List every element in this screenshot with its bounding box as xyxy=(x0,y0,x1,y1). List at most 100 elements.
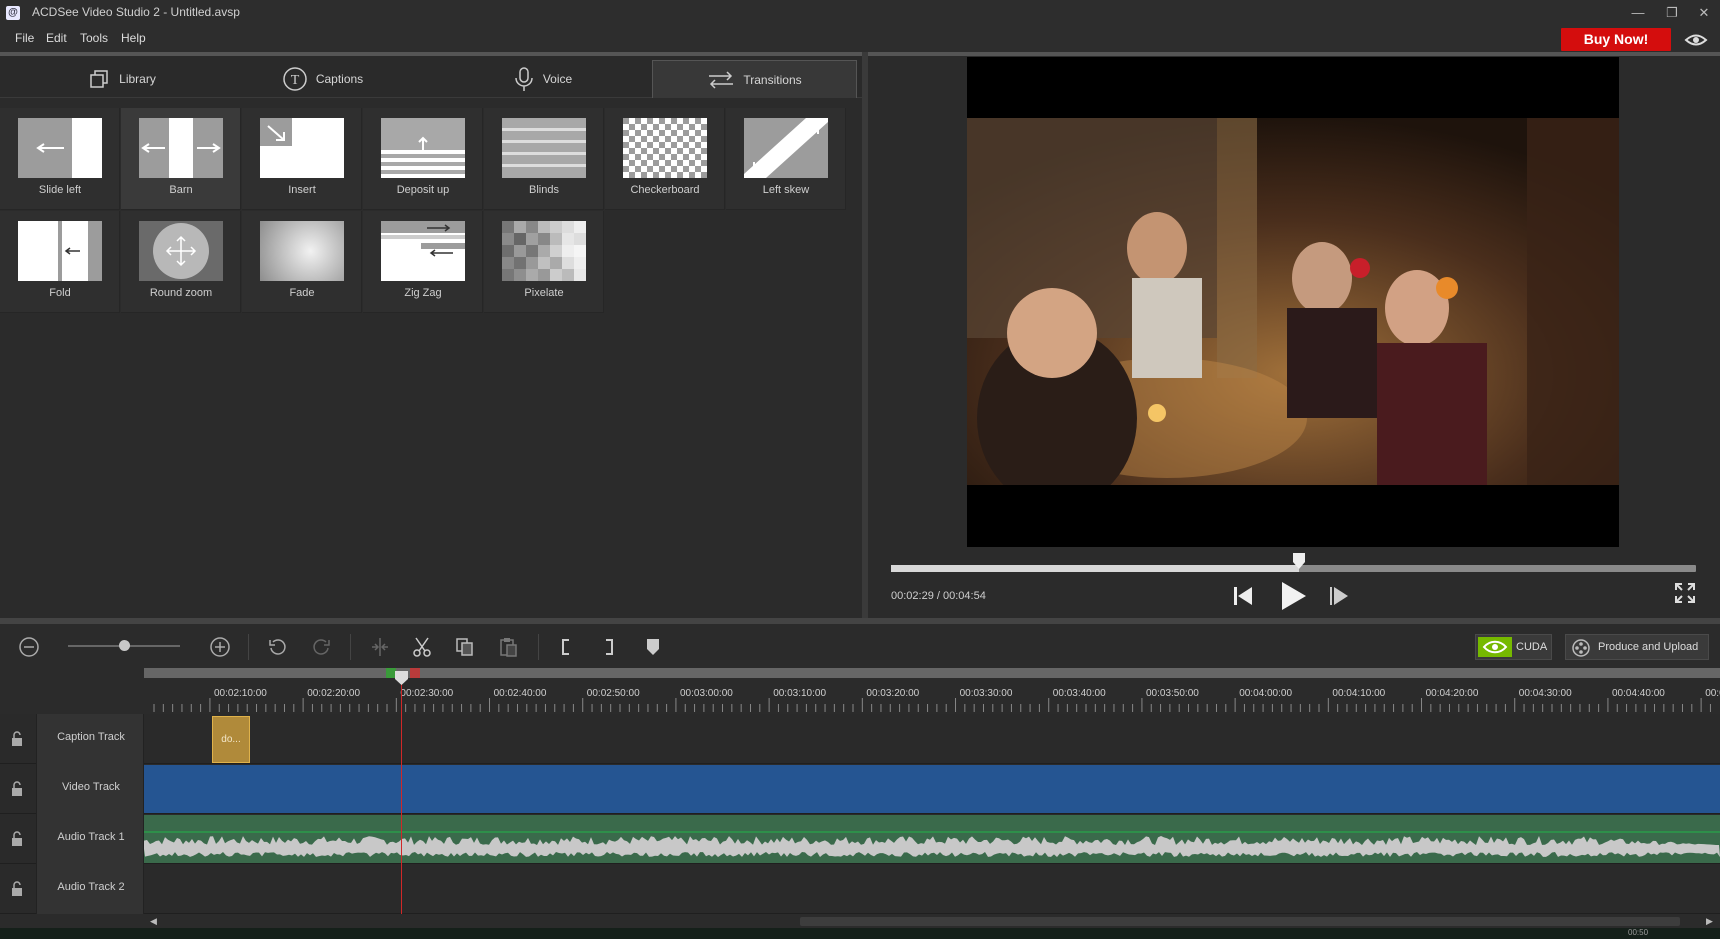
eye-icon[interactable] xyxy=(1684,30,1708,50)
play-button[interactable] xyxy=(1278,580,1308,612)
transition-fold[interactable]: Fold xyxy=(0,211,120,313)
video-clip[interactable] xyxy=(144,765,1720,813)
tab-captions-label: Captions xyxy=(315,72,364,86)
transition-label: Round zoom xyxy=(149,287,213,299)
cut-icon[interactable] xyxy=(411,636,433,658)
track-header[interactable]: Audio Track 2 xyxy=(36,864,144,914)
pixelate-thumbnail xyxy=(502,221,586,281)
menu-help[interactable]: Help xyxy=(121,31,146,45)
transition-blinds[interactable]: Blinds xyxy=(484,108,604,210)
transition-label: Fold xyxy=(49,287,71,299)
transition-pixelate[interactable]: Pixelate xyxy=(484,211,604,313)
next-frame-button[interactable] xyxy=(1328,584,1354,608)
captions-icon: T xyxy=(283,67,307,91)
slide-left-thumbnail xyxy=(18,118,102,178)
lock-icon[interactable] xyxy=(10,881,24,897)
zig-zag-thumbnail xyxy=(381,221,465,281)
transition-label: Zig Zag xyxy=(404,287,442,299)
buy-now-button[interactable]: Buy Now! xyxy=(1561,28,1671,51)
audio-track-2: Audio Track 2 xyxy=(0,864,1720,914)
restore-icon[interactable]: ❐ xyxy=(1662,4,1682,22)
scroll-right-icon[interactable]: ▶ xyxy=(1706,916,1713,927)
menu-bar xyxy=(0,26,1720,52)
nvidia-icon xyxy=(1478,637,1512,657)
blinds-thumbnail xyxy=(502,118,586,178)
transition-zig-zag[interactable]: Zig Zag xyxy=(363,211,483,313)
mark-in-icon[interactable] xyxy=(555,636,577,658)
lock-icon[interactable] xyxy=(10,831,24,847)
transition-deposit-up[interactable]: Deposit up xyxy=(363,108,483,210)
transition-label: Blinds xyxy=(529,184,559,196)
produce-label: Produce and Upload xyxy=(1598,641,1699,653)
lock-icon[interactable] xyxy=(10,781,24,797)
zoom-out-icon[interactable] xyxy=(18,636,40,658)
tab-captions[interactable]: T Captions xyxy=(220,60,425,98)
barn-thumbnail xyxy=(139,118,223,178)
track-label: Audio Track 2 xyxy=(57,881,125,893)
track-label: Audio Track 1 xyxy=(57,831,125,843)
audio-waveform xyxy=(144,831,1720,857)
caption-clip[interactable]: do... xyxy=(212,716,250,763)
paste-icon[interactable] xyxy=(497,636,519,658)
tab-transitions-label: Transitions xyxy=(743,72,802,87)
ruler-range-bar[interactable] xyxy=(144,668,1720,678)
close-icon[interactable]: ✕ xyxy=(1694,4,1714,22)
marker-icon[interactable] xyxy=(642,636,664,658)
transition-left-skew[interactable]: Left skew xyxy=(726,108,846,210)
playhead-handle[interactable] xyxy=(394,670,409,686)
copy-icon[interactable] xyxy=(454,636,476,658)
zoom-slider-knob[interactable] xyxy=(119,640,130,651)
transition-label: Slide left xyxy=(38,184,82,196)
tab-voice-label: Voice xyxy=(542,72,573,86)
bottom-strip-text: 00:50 xyxy=(1628,928,1649,937)
scrubber-handle[interactable] xyxy=(1291,552,1307,570)
redo-icon[interactable] xyxy=(310,636,332,658)
scroll-thumb[interactable] xyxy=(800,917,1680,926)
transition-checkerboard[interactable]: Checkerboard xyxy=(605,108,725,210)
menu-edit[interactable]: Edit xyxy=(46,31,67,45)
tab-transitions[interactable]: Transitions xyxy=(652,60,857,98)
produce-and-upload-button[interactable]: Produce and Upload xyxy=(1565,634,1709,660)
previous-frame-button[interactable] xyxy=(1232,584,1258,608)
ruler-ticks xyxy=(153,698,1711,712)
scroll-left-icon[interactable]: ◀ xyxy=(150,916,157,927)
transition-label: Fade xyxy=(289,287,315,299)
audio-clip[interactable] xyxy=(144,815,1720,863)
checkerboard-thumbnail xyxy=(623,118,707,178)
video-frame-image xyxy=(967,118,1619,485)
zoom-in-icon[interactable] xyxy=(209,636,231,658)
undo-icon[interactable] xyxy=(267,636,289,658)
caption-track: Caption Track xyxy=(0,714,1720,764)
transition-fade[interactable]: Fade xyxy=(242,211,362,313)
deposit-up-thumbnail xyxy=(381,118,465,178)
transitions-icon xyxy=(709,70,734,89)
microphone-icon xyxy=(515,67,533,91)
transition-slide-left[interactable]: Slide left xyxy=(0,108,120,210)
mark-out-icon[interactable] xyxy=(598,636,620,658)
svg-text:T: T xyxy=(291,73,300,88)
transition-label: Barn xyxy=(169,184,193,196)
menu-tools[interactable]: Tools xyxy=(80,31,108,45)
track-header[interactable]: Caption Track xyxy=(36,714,144,764)
timeline-toolbar xyxy=(0,624,1720,668)
split-icon[interactable] xyxy=(369,636,391,658)
track-header[interactable]: Audio Track 1 xyxy=(36,814,144,864)
tab-voice[interactable]: Voice xyxy=(440,60,645,98)
track-header[interactable]: Video Track xyxy=(36,764,144,814)
menu-file[interactable]: File xyxy=(15,31,34,45)
toolbar-separator xyxy=(538,634,539,660)
library-icon xyxy=(90,70,108,88)
transition-barn[interactable]: Barn xyxy=(121,108,241,210)
lock-icon[interactable] xyxy=(10,731,24,747)
tab-library[interactable]: Library xyxy=(20,60,225,98)
cuda-button[interactable]: CUDA xyxy=(1475,634,1552,660)
transition-insert[interactable]: Insert xyxy=(242,108,362,210)
video-preview xyxy=(967,57,1619,547)
bottom-strip xyxy=(0,928,1720,939)
transition-label: Pixelate xyxy=(524,287,564,299)
minimize-icon[interactable]: — xyxy=(1628,4,1648,22)
time-readout: 00:02:29 / 00:04:54 xyxy=(891,590,986,602)
transition-round-zoom[interactable]: Round zoom xyxy=(121,211,241,313)
transition-label: Deposit up xyxy=(396,184,450,196)
fullscreen-icon[interactable] xyxy=(1674,582,1696,604)
